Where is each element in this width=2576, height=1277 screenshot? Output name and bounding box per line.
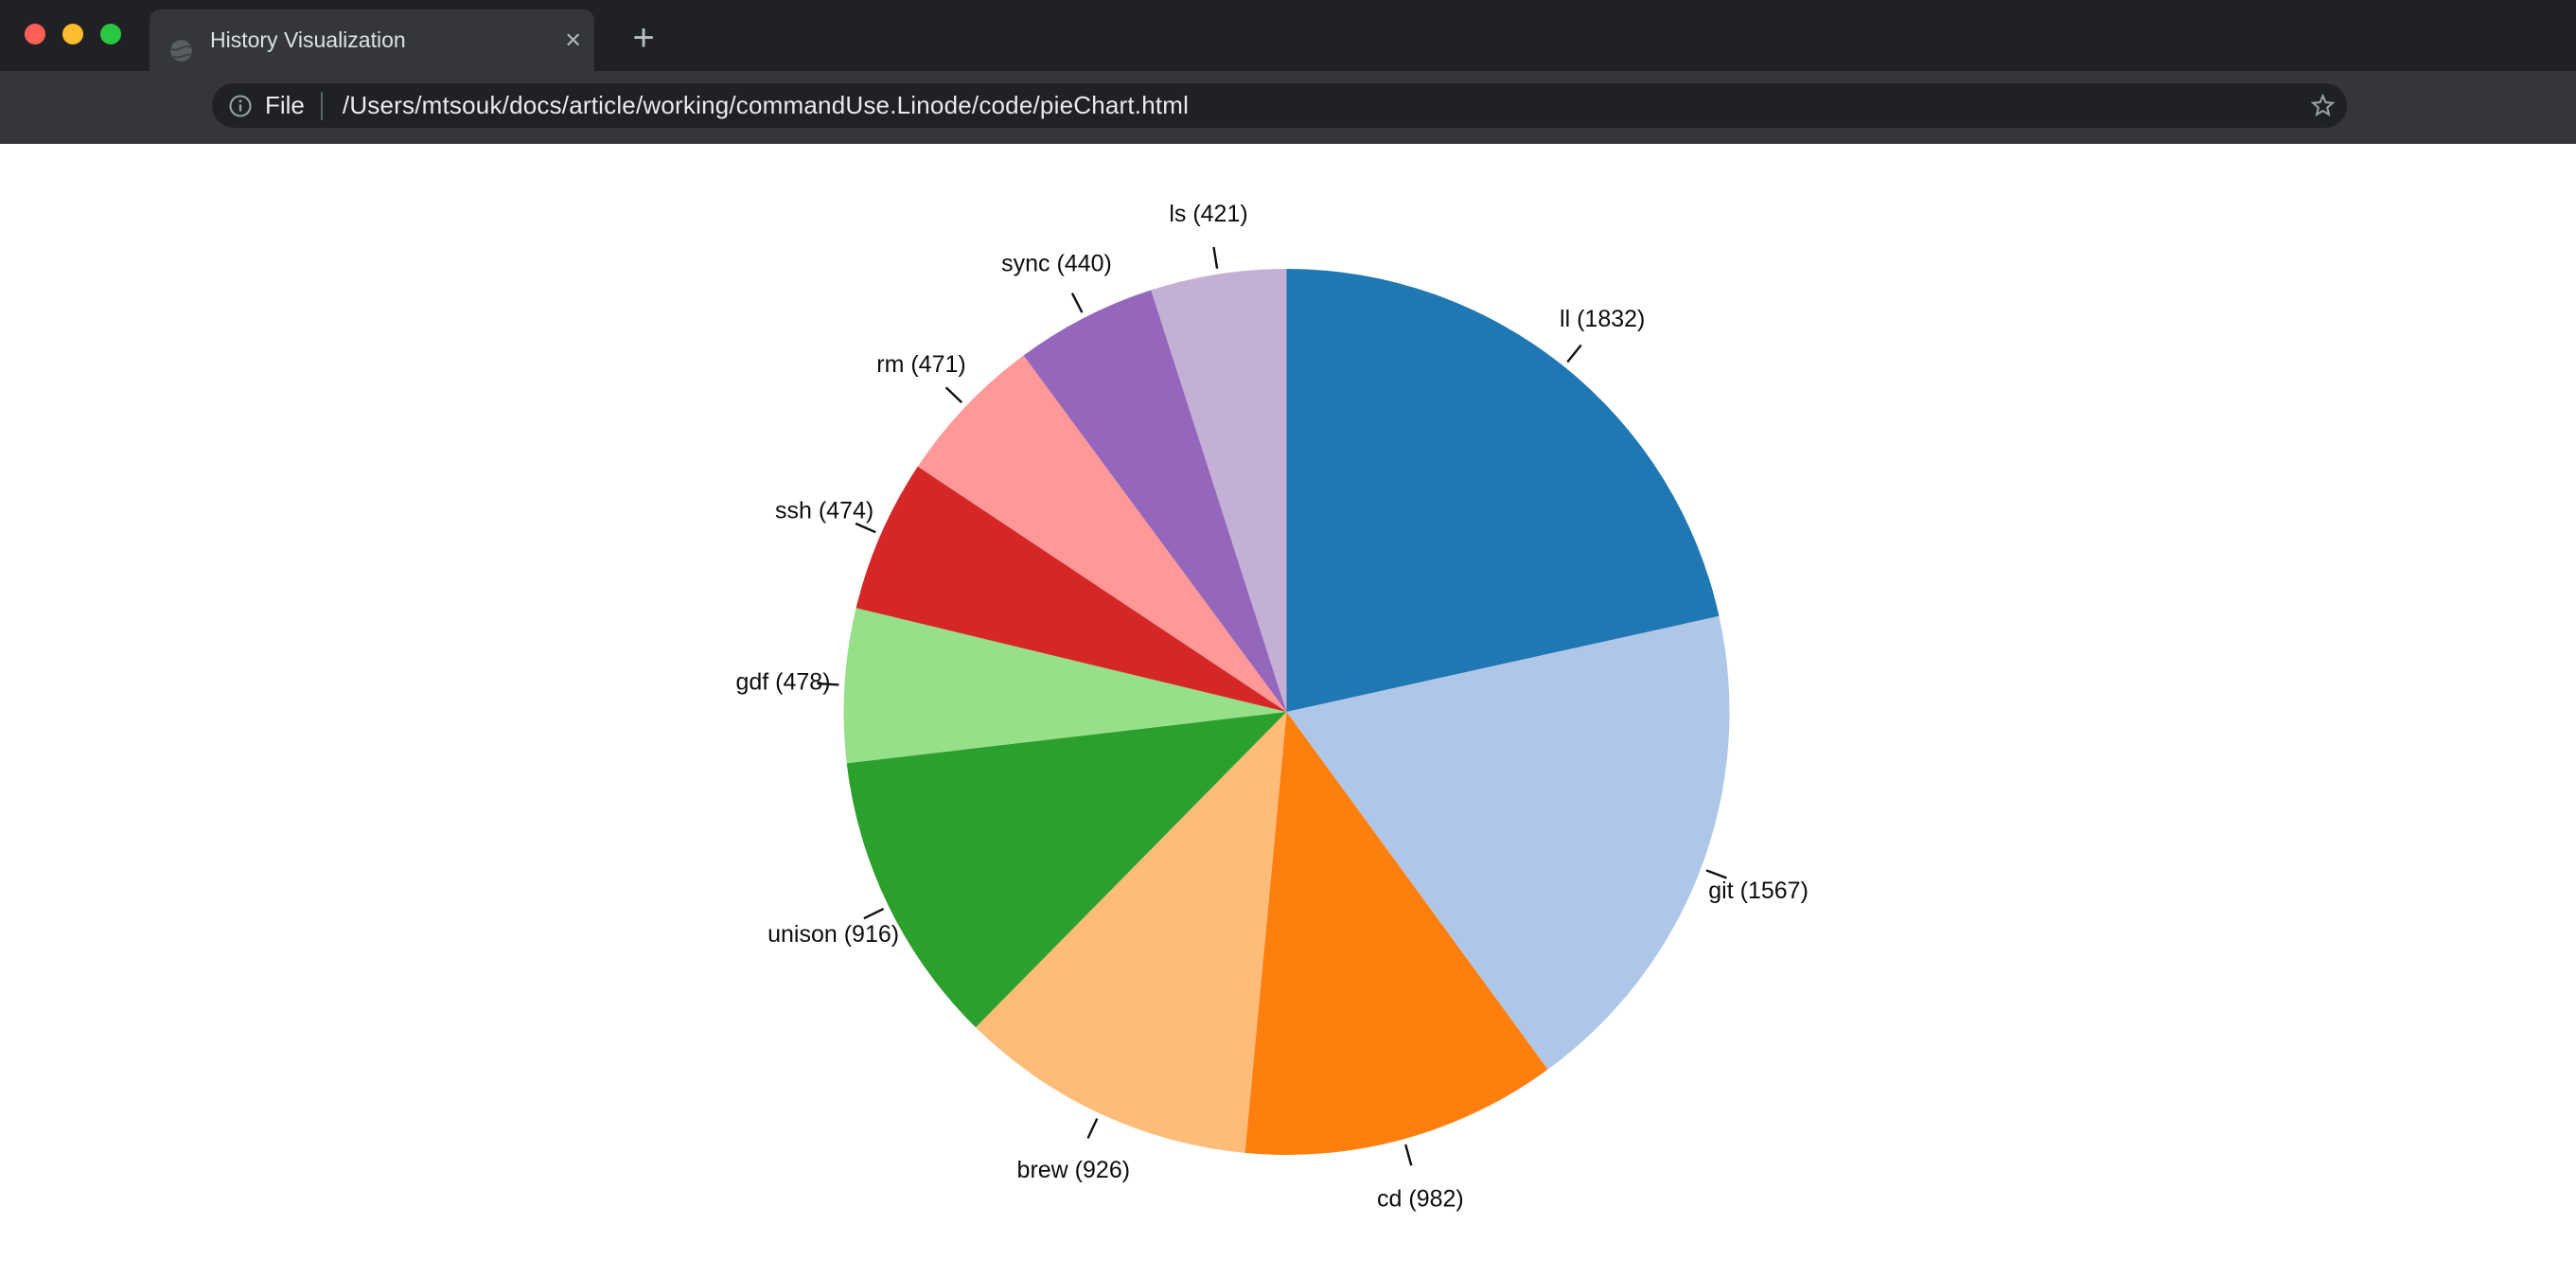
pie-label-unison: unison (916) — [768, 921, 899, 948]
pie-label-tick-rm — [946, 387, 962, 402]
pie-label-cd: cd (982) — [1377, 1186, 1464, 1213]
pie-label-tick-brew — [1088, 1119, 1098, 1139]
pie-label-tick-ssh — [856, 523, 875, 532]
url-separator — [321, 92, 323, 120]
url-text[interactable]: /Users/mtsouk/docs/article/working/comma… — [343, 91, 1189, 120]
tab-close-icon[interactable]: × — [565, 27, 581, 54]
url-scheme-label: File — [265, 91, 305, 120]
pie-label-git: git (1567) — [1708, 878, 1808, 904]
zoom-window-button[interactable] — [100, 24, 121, 44]
pie-label-gdf: gdf (478) — [735, 669, 830, 696]
tab-strip: History Visualization × + — [0, 0, 2576, 71]
close-window-button[interactable] — [25, 24, 45, 44]
minimize-window-button[interactable] — [62, 24, 83, 44]
pie-label-tick-ll — [1567, 346, 1580, 363]
page-info-icon[interactable] — [227, 93, 254, 119]
pie-label-tick-unison — [864, 909, 884, 918]
pie-label-ssh: ssh (474) — [775, 497, 873, 523]
pie-label-tick-sync — [1072, 293, 1083, 312]
tab-title: History Visualization — [210, 9, 406, 71]
pie-chart: ll (1832) git (1567) cd (982) brew (926) uni… — [0, 144, 2576, 1277]
pie-label-sync: sync (440) — [1001, 250, 1112, 276]
pie-label-tick-cd — [1405, 1144, 1411, 1165]
page-content: ll (1832) git (1567) cd (982) brew (926) uni… — [0, 144, 2576, 1277]
pie-label-rm: rm (471) — [876, 351, 965, 378]
globe-favicon-icon — [168, 38, 194, 63]
tab-history-visualization[interactable]: History Visualization × — [150, 9, 594, 71]
pie-label-brew: brew (926) — [1017, 1157, 1131, 1183]
bookmark-star-icon[interactable] — [2308, 91, 2338, 120]
pie-label-tick-ls — [1214, 247, 1218, 269]
browser-window: History Visualization × + — [0, 0, 2576, 1277]
browser-toolbar: File /Users/mtsouk/docs/article/working/… — [0, 71, 2576, 144]
new-tab-button[interactable]: + — [625, 19, 662, 57]
address-bar[interactable]: File /Users/mtsouk/docs/article/working/… — [212, 83, 2347, 128]
pie-label-ls: ls (421) — [1169, 201, 1247, 227]
pie-label-ll: ll (1832) — [1560, 306, 1645, 332]
